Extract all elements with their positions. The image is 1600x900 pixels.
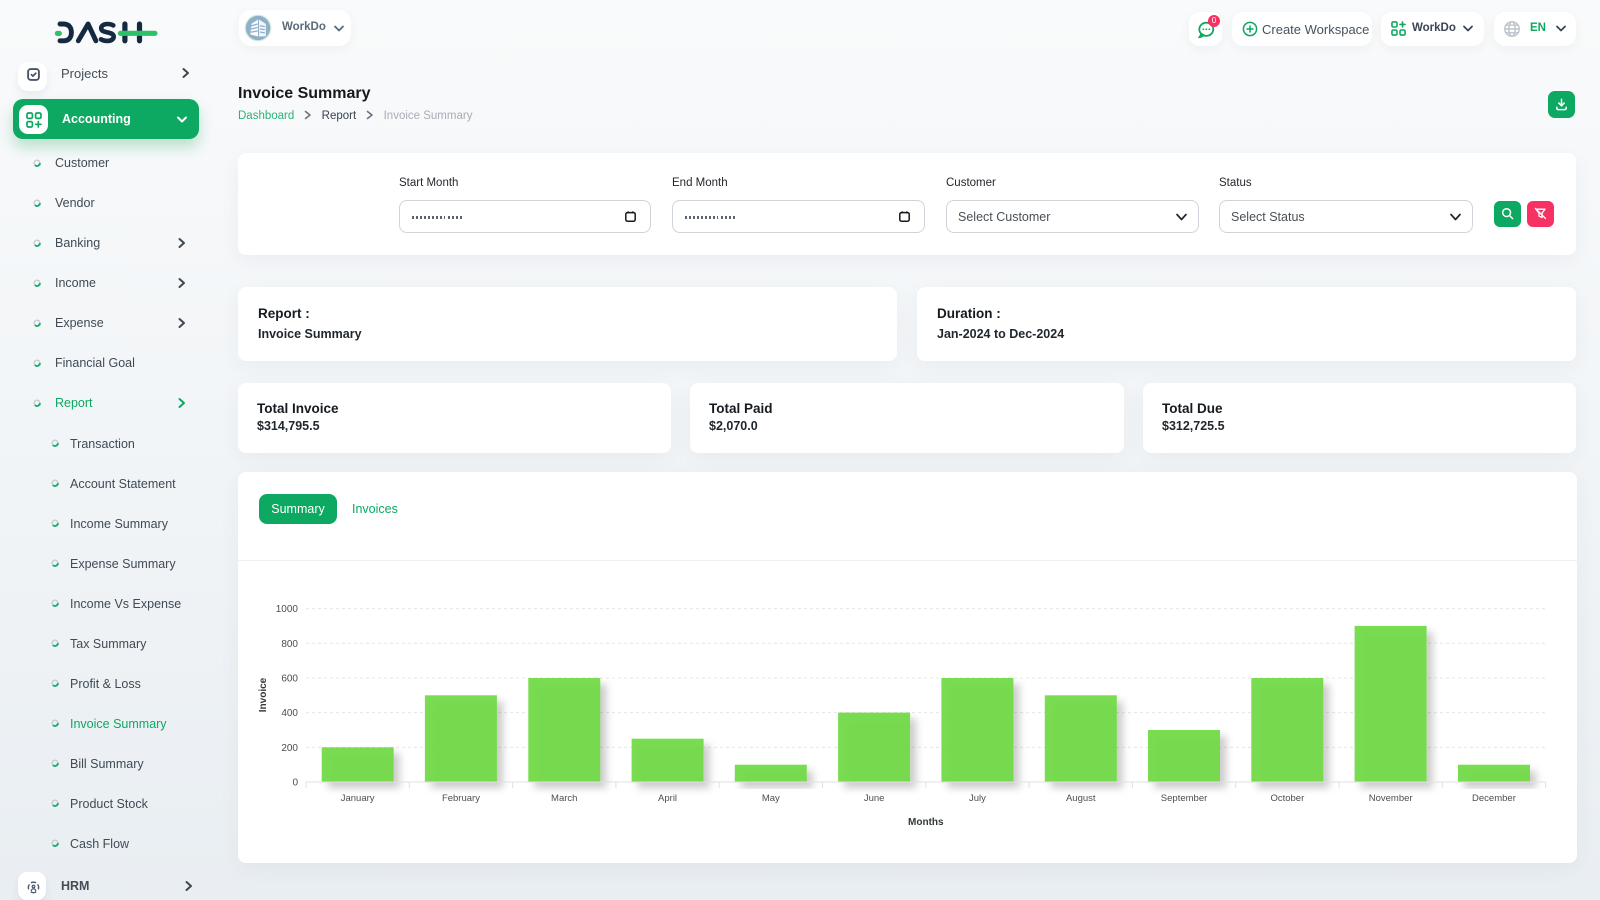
svg-text:October: October [1270, 793, 1304, 804]
svg-text:November: November [1369, 793, 1413, 804]
svg-text:March: March [551, 793, 577, 804]
svg-text:September: September [1161, 793, 1207, 804]
svg-text:February: February [442, 793, 480, 804]
svg-text:May: May [762, 793, 780, 804]
svg-text:Months: Months [908, 817, 944, 828]
svg-text:600: 600 [281, 673, 298, 684]
svg-text:1000: 1000 [276, 604, 299, 615]
svg-text:June: June [864, 793, 885, 804]
svg-text:Invoice: Invoice [258, 677, 269, 712]
svg-text:400: 400 [281, 708, 298, 719]
svg-text:July: July [969, 793, 986, 804]
svg-text:January: January [341, 793, 375, 804]
svg-text:0: 0 [292, 778, 298, 789]
svg-text:December: December [1472, 793, 1516, 804]
svg-text:August: August [1066, 793, 1096, 804]
svg-text:200: 200 [281, 743, 298, 754]
svg-text:800: 800 [281, 639, 298, 650]
svg-text:April: April [658, 793, 677, 804]
